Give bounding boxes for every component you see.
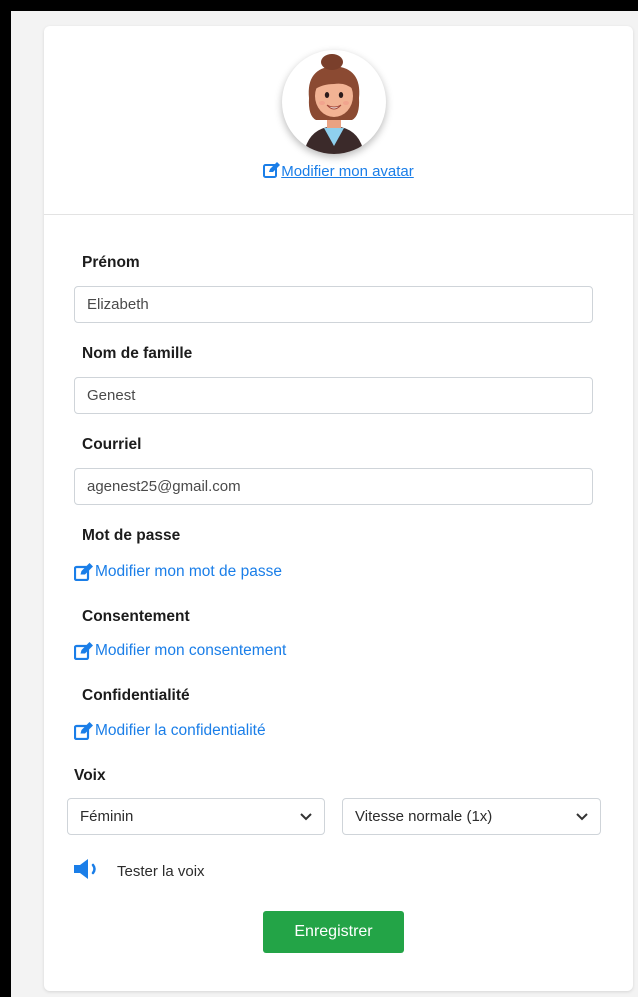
email-label: Courriel <box>82 436 142 453</box>
consent-label: Consentement <box>82 608 190 625</box>
privacy-label: Confidentialité <box>82 687 190 704</box>
test-voice-button[interactable]: Tester la voix <box>73 859 205 883</box>
edit-avatar-label: Modifier mon avatar <box>281 163 414 180</box>
edit-icon <box>74 563 94 581</box>
test-voice-label: Tester la voix <box>117 862 205 880</box>
chevron-down-icon <box>300 808 312 825</box>
speaker-icon <box>73 859 103 883</box>
edit-password-link[interactable]: Modifier mon mot de passe <box>74 563 282 581</box>
edit-privacy-link[interactable]: Modifier la confidentialité <box>74 722 266 740</box>
edit-privacy-label: Modifier la confidentialité <box>95 722 266 739</box>
save-button[interactable]: Enregistrer <box>263 911 404 953</box>
edit-icon <box>263 162 281 182</box>
section-divider <box>44 214 633 215</box>
page-background: Modifier mon avatar Prénom Nom de famill… <box>11 11 638 997</box>
last-name-label: Nom de famille <box>82 345 193 362</box>
voice-speed-select[interactable]: Vitesse normale (1x) <box>342 798 601 835</box>
edit-avatar-link[interactable]: Modifier mon avatar <box>44 162 633 182</box>
edit-password-label: Modifier mon mot de passe <box>95 563 282 580</box>
edit-icon <box>74 722 94 740</box>
voice-speed-value: Vitesse normale (1x) <box>355 808 493 825</box>
first-name-input[interactable] <box>74 286 593 323</box>
voice-gender-select[interactable]: Féminin <box>67 798 325 835</box>
profile-card: Modifier mon avatar Prénom Nom de famill… <box>44 26 633 991</box>
password-label: Mot de passe <box>82 527 181 544</box>
edit-icon <box>74 642 94 660</box>
email-input[interactable] <box>74 468 593 505</box>
edit-consent-label: Modifier mon consentement <box>95 642 287 659</box>
edit-consent-link[interactable]: Modifier mon consentement <box>74 642 286 660</box>
last-name-input[interactable] <box>74 377 593 414</box>
voice-gender-value: Féminin <box>80 808 134 825</box>
chevron-down-icon <box>576 808 588 825</box>
first-name-label: Prénom <box>82 254 140 271</box>
avatar <box>282 50 386 154</box>
voice-label: Voix <box>74 767 106 784</box>
